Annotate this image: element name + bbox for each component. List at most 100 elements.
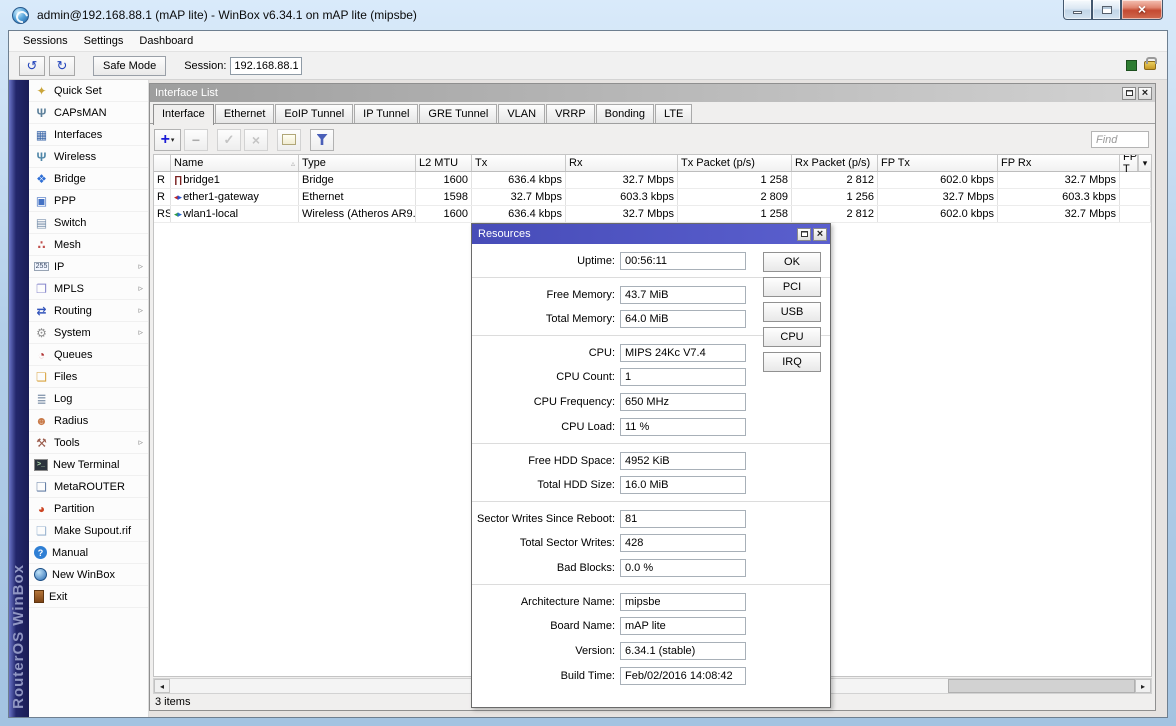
interface-list-maximize-button[interactable] [1122,86,1136,100]
redo-button[interactable] [49,55,75,76]
interface-list-titlebar[interactable]: Interface List [150,84,1155,102]
resource-field-row: Bad Blocks: 0.0 % [472,559,830,577]
menu-item[interactable]: Sessions [15,32,76,50]
sidebar-item[interactable]: Bridge [29,168,148,190]
resource-value-field[interactable]: 4952 KiB [620,451,746,470]
resource-value-field[interactable]: 0.0 % [620,559,746,577]
sidebar-item[interactable]: Routing ▹ [29,300,148,322]
sidebar-item[interactable]: PPP [29,190,148,212]
resource-value-field[interactable]: 1 [620,368,746,386]
resource-field-row: Total Sector Writes: 428 [472,534,830,552]
tab[interactable]: Bonding [595,104,655,123]
tab[interactable]: Ethernet [214,104,275,123]
sidebar-item[interactable]: MetaROUTER [29,476,148,498]
resources-maximize-button[interactable] [797,227,811,241]
tab[interactable]: GRE Tunnel [419,104,498,123]
column-header-rx-packet[interactable]: Rx Packet (p/s) [792,155,878,171]
resource-value-field[interactable]: 11 % [620,418,746,436]
resource-value-field[interactable]: Feb/02/2016 14:08:42 [620,667,746,685]
sidebar-item[interactable]: Queues [29,344,148,366]
scroll-left-arrow[interactable]: ◂ [154,679,170,693]
resource-value-field[interactable]: 64.0 MiB [620,310,746,328]
tab[interactable]: IP Tunnel [354,104,419,123]
sidebar-item[interactable]: System ▹ [29,322,148,344]
maximize-button[interactable] [1092,0,1121,20]
quick-toolbar: Safe Mode Session: [9,52,1167,80]
table-row[interactable]: R bridge1 Bridge 1600 636.4 kbps 32.7 Mb… [154,172,1151,189]
ok-button[interactable]: OK [763,252,821,272]
table-row[interactable]: R ether1-gateway Ethernet 1598 32.7 Mbps… [154,189,1151,206]
pci-button[interactable]: PCI [763,277,821,297]
enable-button[interactable] [217,128,241,151]
resource-value-field[interactable]: mAP lite [620,617,746,635]
table-row[interactable]: RS wlan1-local Wireless (Atheros AR9... … [154,206,1151,223]
resource-value-field[interactable]: 650 MHz [620,393,746,411]
disable-button[interactable] [244,128,268,151]
sidebar-item[interactable]: Tools ▹ [29,432,148,454]
sidebar-item[interactable]: Wireless [29,146,148,168]
sidebar-item[interactable]: Quick Set [29,80,148,102]
menu-item[interactable]: Settings [76,32,132,50]
sidebar-item-icon [34,260,49,274]
column-header-l2mtu[interactable]: L2 MTU [416,155,472,171]
comment-button[interactable] [277,128,301,151]
column-header-fp-t[interactable]: FP T [1120,155,1138,175]
sidebar-item[interactable]: New WinBox [29,564,148,586]
sidebar-item[interactable]: Make Supout.rif [29,520,148,542]
sidebar-item[interactable]: Partition [29,498,148,520]
resource-value-field[interactable]: 428 [620,534,746,552]
interface-list-close-button[interactable] [1138,86,1152,100]
resource-value-field[interactable]: 43.7 MiB [620,285,746,304]
column-header-type[interactable]: Type [299,155,416,171]
sidebar-item[interactable]: CAPsMAN [29,102,148,124]
remove-button[interactable] [184,128,208,151]
close-button[interactable] [1121,0,1163,20]
column-header-fp-rx[interactable]: FP Rx [998,155,1120,171]
resources-close-button[interactable] [813,227,827,241]
window-titlebar[interactable]: admin@192.168.88.1 (mAP lite) - WinBox v… [0,0,1176,30]
minimize-button[interactable] [1063,0,1092,20]
column-header-name[interactable]: Name ▵ [171,155,299,171]
find-input[interactable] [1091,131,1149,148]
undo-button[interactable] [19,55,45,76]
session-input[interactable] [230,56,303,75]
irq-button[interactable]: IRQ [763,352,821,372]
filter-button[interactable] [310,128,334,151]
sidebar-item[interactable]: New Terminal [29,454,148,476]
sidebar-item[interactable]: Switch [29,212,148,234]
resources-dialog-titlebar[interactable]: Resources [472,224,830,244]
column-chooser-button[interactable] [1138,155,1151,171]
sidebar-item[interactable]: Files [29,366,148,388]
sidebar-item[interactable]: Radius [29,410,148,432]
tab[interactable]: EoIP Tunnel [275,104,354,123]
tab[interactable]: VLAN [498,104,546,123]
sidebar-item[interactable]: Manual [29,542,148,564]
sidebar-item[interactable]: Log [29,388,148,410]
resource-value-field[interactable]: 16.0 MiB [620,476,746,494]
cpu-button[interactable]: CPU [763,327,821,347]
resource-value-field[interactable]: 81 [620,509,746,528]
tab[interactable]: LTE [655,104,693,123]
safe-mode-button[interactable]: Safe Mode [93,55,167,76]
sidebar-item[interactable]: MPLS ▹ [29,278,148,300]
sidebar-item[interactable]: Mesh [29,234,148,256]
tab[interactable]: VRRP [546,104,595,123]
resource-value-field[interactable]: MIPS 24Kc V7.4 [620,343,746,362]
sidebar-item[interactable]: IP ▹ [29,256,148,278]
column-header-flags[interactable] [154,155,171,171]
tab[interactable]: Interface [153,104,214,125]
scroll-right-arrow[interactable]: ▸ [1135,679,1151,693]
sidebar-item[interactable]: Interfaces [29,124,148,146]
usb-button[interactable]: USB [763,302,821,322]
sidebar-item[interactable]: Exit [29,586,148,608]
add-button[interactable] [154,128,181,151]
column-header-rx[interactable]: Rx [566,155,678,171]
resource-value-field[interactable]: 6.34.1 (stable) [620,642,746,660]
column-header-tx[interactable]: Tx [472,155,566,171]
resource-value-field[interactable]: 00:56:11 [620,252,746,270]
scrollbar-thumb[interactable] [948,679,1135,693]
resource-value-field[interactable]: mipsbe [620,592,746,611]
menu-item[interactable]: Dashboard [131,32,201,50]
column-header-fp-tx[interactable]: FP Tx [878,155,998,171]
column-header-tx-packet[interactable]: Tx Packet (p/s) [678,155,792,171]
